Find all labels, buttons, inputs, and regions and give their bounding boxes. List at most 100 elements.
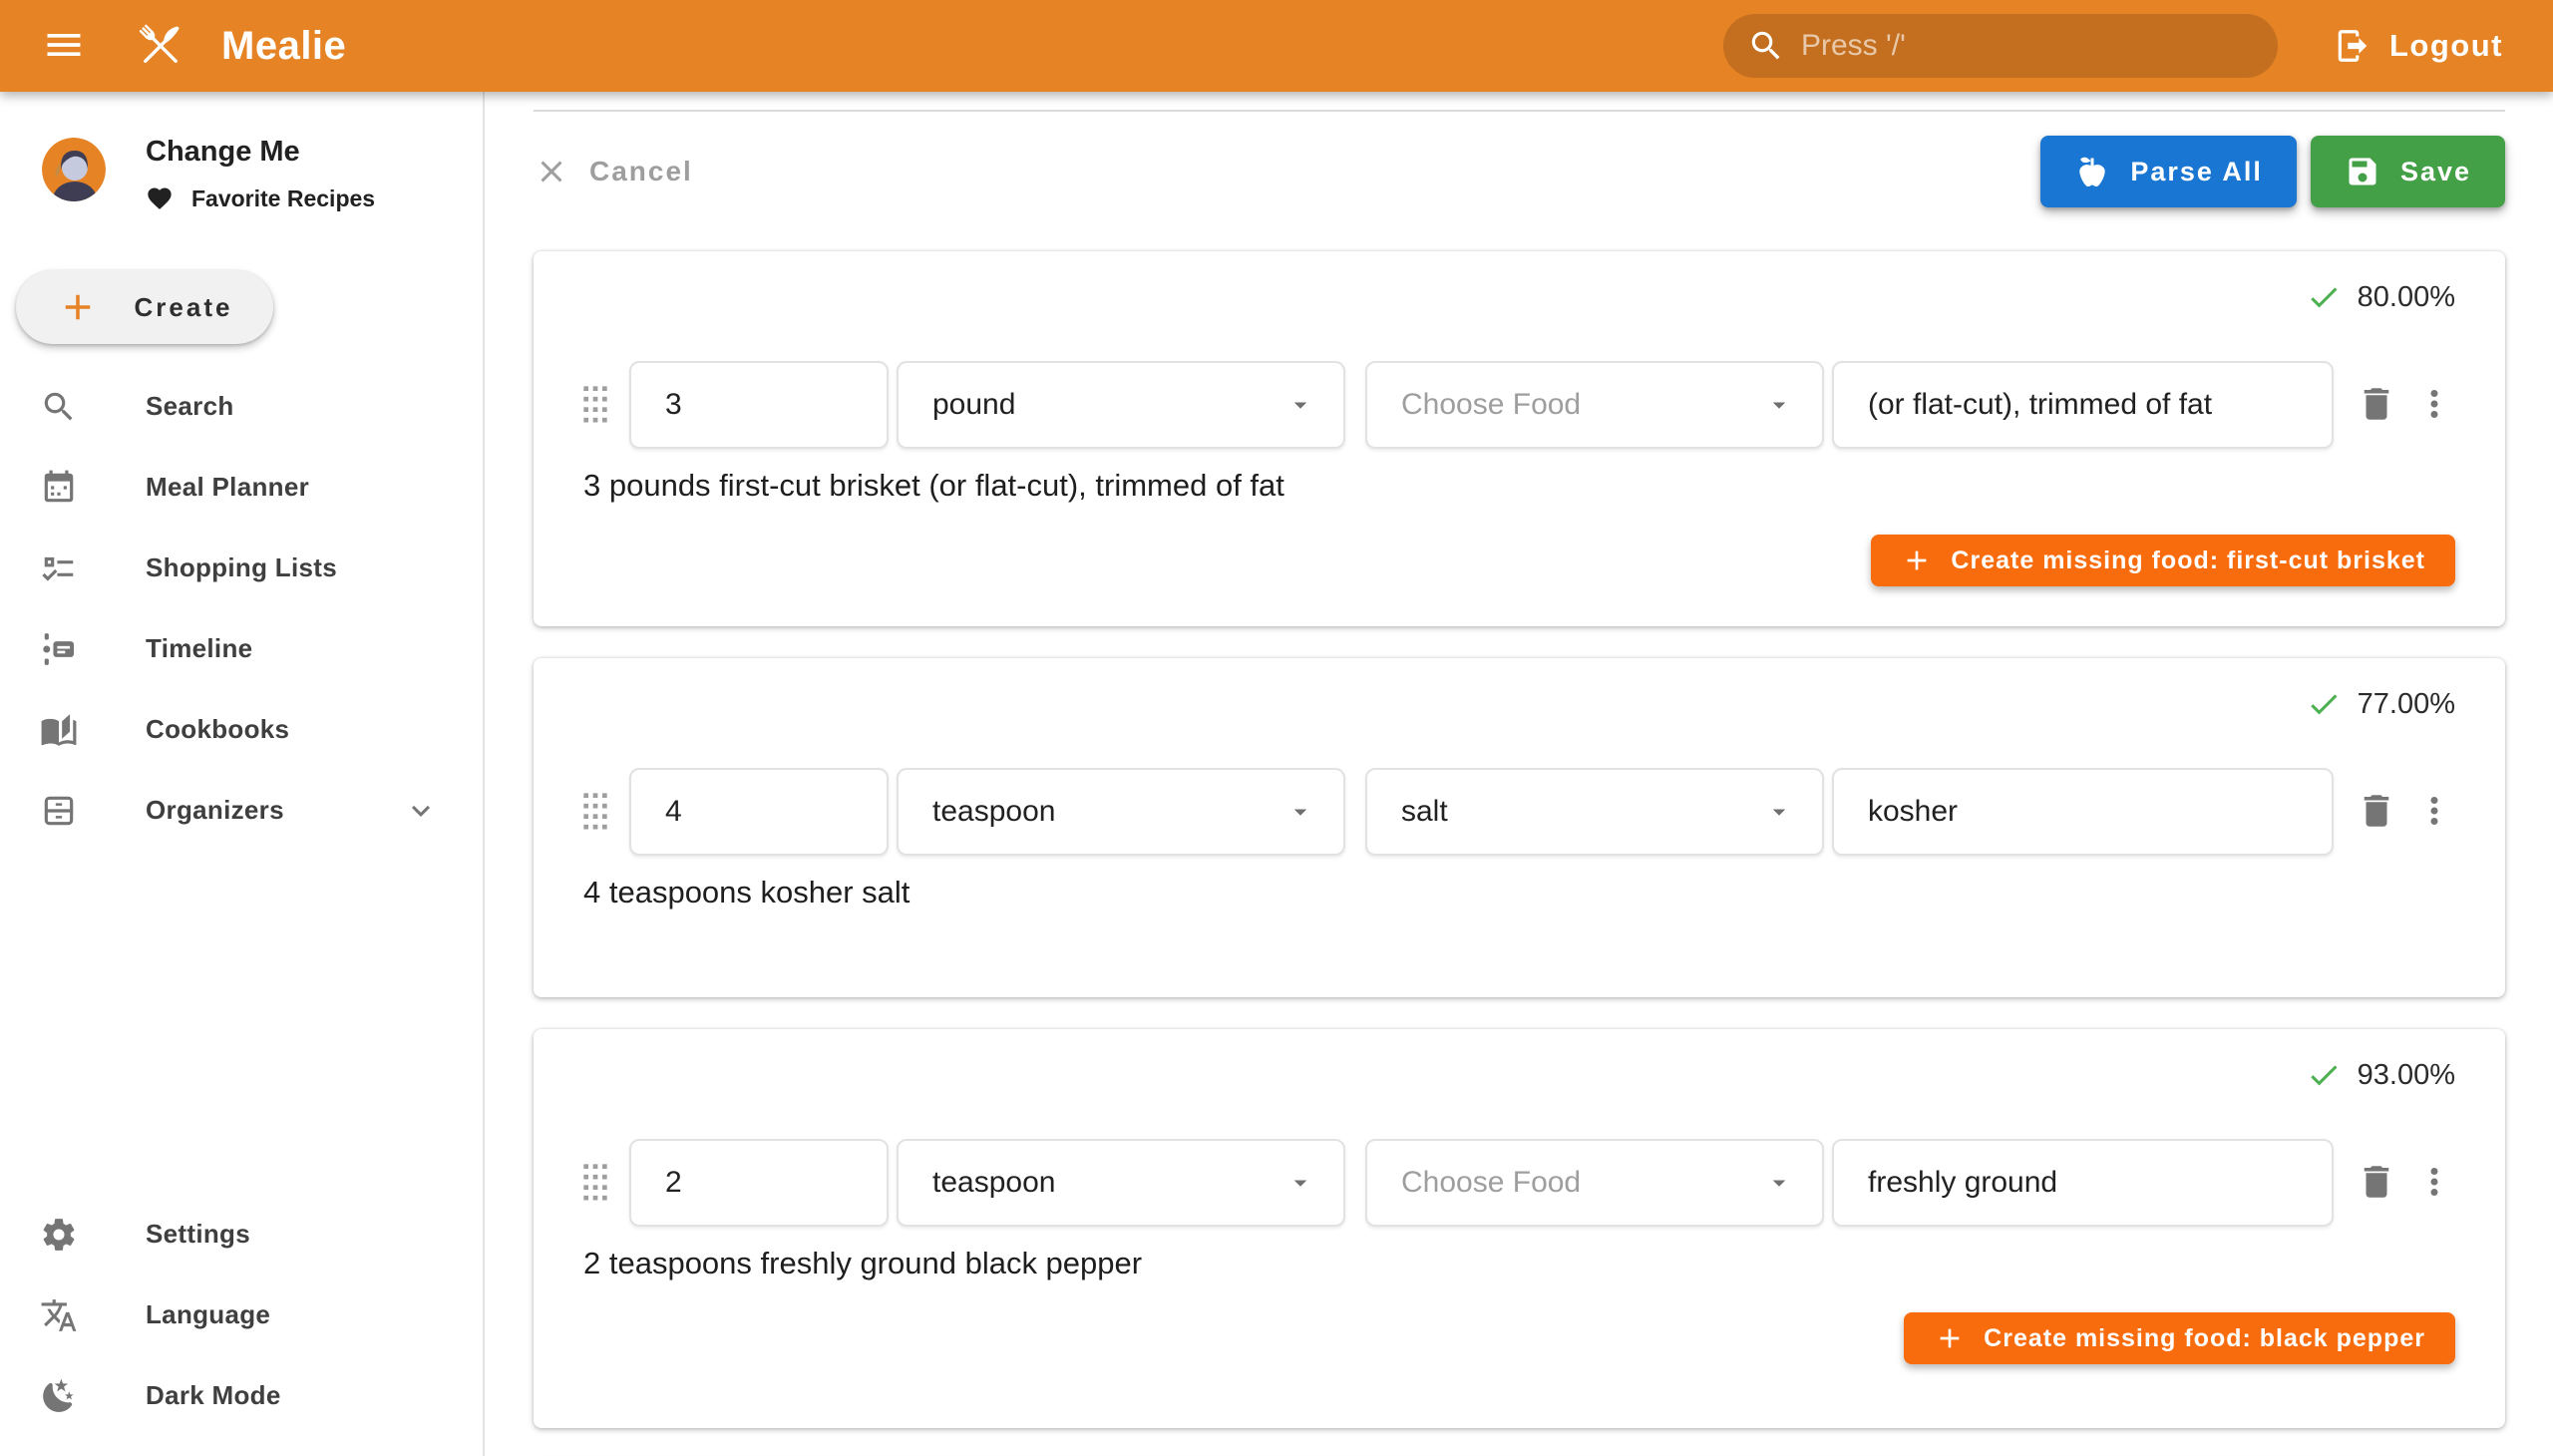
food-select[interactable]: Choose Food (1365, 361, 1824, 449)
trash-icon (2356, 790, 2397, 832)
confidence-badge: 80.00% (581, 277, 2455, 317)
silverware-logo-icon (130, 15, 191, 77)
trash-icon (2356, 1161, 2397, 1203)
sidebar-item-label: Meal Planner (146, 472, 309, 503)
profile-section: Change Me Favorite Recipes (0, 92, 483, 212)
create-label: Create (135, 292, 233, 323)
quantity-input[interactable] (665, 795, 859, 829)
sidebar: Change Me Favorite Recipes Create Search… (0, 92, 485, 1456)
ingredient-card: 93.00% teaspoon Choose Food (534, 1029, 2505, 1428)
unit-select[interactable]: teaspoon (897, 1139, 1345, 1227)
parse-all-button[interactable]: Parse All (2040, 136, 2297, 207)
food-select[interactable]: Choose Food (1365, 1139, 1824, 1227)
ingredient-fields-row: teaspoon Choose Food (581, 1139, 2455, 1227)
sidebar-item-dark-mode[interactable]: Dark Mode (0, 1355, 483, 1436)
parser-toolbar: Cancel Parse All Save (534, 112, 2505, 231)
chevron-down-icon[interactable] (403, 793, 439, 829)
app-title: Mealie (221, 24, 346, 69)
unit-select[interactable]: pound (897, 361, 1345, 449)
plus-icon (57, 286, 99, 328)
create-missing-food-button[interactable]: Create missing food: black pepper (1904, 1312, 2455, 1364)
ingredient-menu-button[interactable] (2413, 1161, 2455, 1206)
sidebar-item-label: Dark Mode (146, 1380, 281, 1411)
delete-ingredient-button[interactable] (2356, 1161, 2397, 1206)
food-value: salt (1401, 795, 1448, 829)
create-missing-food-label: Create missing food: first-cut brisket (1951, 546, 2425, 575)
organizers-drawer-icon (40, 792, 78, 830)
save-icon (2345, 154, 2380, 189)
missing-food-row: Create missing food: first-cut brisket (581, 535, 2455, 586)
dots-vertical-icon (2413, 1161, 2455, 1203)
avatar[interactable] (42, 138, 106, 201)
menu-button[interactable] (38, 20, 90, 72)
favorite-recipes-link[interactable]: Favorite Recipes (146, 184, 375, 212)
sidebar-item-shopping-lists[interactable]: Shopping Lists (0, 528, 483, 608)
note-field (1832, 361, 2334, 449)
dots-vertical-icon (2413, 790, 2455, 832)
note-input[interactable] (1868, 1166, 2304, 1200)
create-button[interactable]: Create (16, 270, 273, 344)
sidebar-item-label: Shopping Lists (146, 552, 337, 583)
sidebar-item-label: Organizers (146, 795, 284, 826)
ingredient-card: 80.00% pound Choose Food (534, 251, 2505, 626)
quantity-input[interactable] (665, 388, 859, 422)
sidebar-item-meal-planner[interactable]: Meal Planner (0, 447, 483, 528)
sidebar-item-timeline[interactable]: Timeline (0, 608, 483, 689)
favorite-recipes-label: Favorite Recipes (191, 185, 375, 212)
sidebar-item-language[interactable]: Language (0, 1274, 483, 1355)
note-input[interactable] (1868, 388, 2304, 422)
quantity-input[interactable] (665, 1166, 859, 1200)
profile-info: Change Me Favorite Recipes (146, 128, 375, 212)
delete-ingredient-button[interactable] (2356, 383, 2397, 428)
note-field (1832, 768, 2334, 856)
drag-handle-icon[interactable] (581, 385, 609, 425)
quantity-field (629, 361, 889, 449)
heart-icon (146, 184, 174, 212)
unit-value: pound (932, 388, 1015, 422)
create-missing-food-button[interactable]: Create missing food: first-cut brisket (1871, 535, 2455, 586)
unit-value: teaspoon (932, 1166, 1055, 1200)
check-icon (2306, 279, 2342, 315)
sidebar-nav: Search Meal Planner Shopping Lists Timel… (0, 366, 483, 851)
toolbar-actions: Parse All Save (2040, 136, 2505, 207)
drag-handle-icon[interactable] (581, 1163, 609, 1203)
cancel-button[interactable]: Cancel (534, 154, 693, 189)
sidebar-item-label: Language (146, 1299, 270, 1330)
ingredient-menu-button[interactable] (2413, 383, 2455, 428)
apple-icon (2074, 154, 2110, 189)
food-placeholder: Choose Food (1401, 1166, 1581, 1200)
logout-label: Logout (2389, 28, 2503, 64)
create-missing-food-label: Create missing food: black pepper (1984, 1324, 2425, 1353)
drag-handle-icon[interactable] (581, 792, 609, 832)
menu-down-icon (1764, 1168, 1794, 1198)
search-bar[interactable] (1723, 14, 2278, 78)
confidence-value: 77.00% (2358, 688, 2455, 721)
delete-ingredient-button[interactable] (2356, 790, 2397, 835)
sidebar-item-label: Settings (146, 1219, 250, 1250)
ingredient-menu-button[interactable] (2413, 790, 2455, 835)
save-button[interactable]: Save (2311, 136, 2505, 207)
menu-down-icon (1285, 797, 1315, 827)
parse-all-label: Parse All (2130, 157, 2263, 187)
sidebar-item-label: Timeline (146, 633, 252, 664)
ingredient-fields-row: pound Choose Food (581, 361, 2455, 449)
original-ingredient-text: 3 pounds first-cut brisket (or flat-cut)… (581, 465, 2455, 507)
unit-select[interactable]: teaspoon (897, 768, 1345, 856)
confidence-badge: 93.00% (581, 1055, 2455, 1095)
sidebar-item-cookbooks[interactable]: Cookbooks (0, 689, 483, 770)
search-input[interactable] (1801, 29, 2254, 63)
calendar-icon (40, 469, 78, 507)
search-icon (1747, 27, 1785, 65)
note-input[interactable] (1868, 795, 2304, 829)
food-select[interactable]: salt (1365, 768, 1824, 856)
dots-vertical-icon (2413, 383, 2455, 425)
ingredient-cards: 80.00% pound Choose Food (534, 251, 2505, 1456)
sidebar-item-organizers[interactable]: Organizers (0, 770, 483, 851)
timeline-icon (40, 630, 78, 668)
logout-button[interactable]: Logout (2334, 27, 2503, 65)
checklist-icon (40, 549, 78, 587)
sidebar-item-search[interactable]: Search (0, 366, 483, 447)
menu-down-icon (1285, 1168, 1315, 1198)
sidebar-item-settings[interactable]: Settings (0, 1194, 483, 1274)
original-ingredient-text: 4 teaspoons kosher salt (581, 872, 2455, 913)
